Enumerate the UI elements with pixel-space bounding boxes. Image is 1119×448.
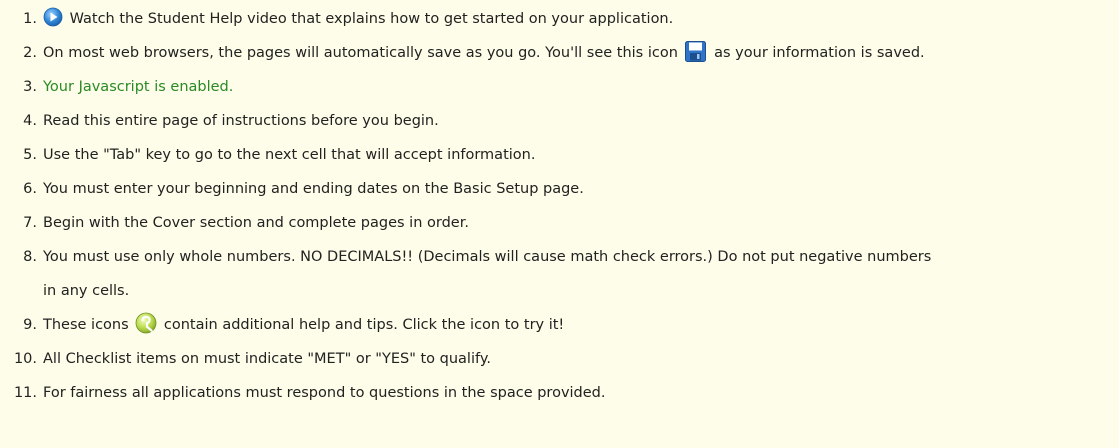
list-item-9: 9. These icons contain additional help a… [0, 308, 1119, 342]
item-number: 5. [23, 147, 37, 163]
item-text-line1: You must use only whole numbers. NO DECI… [43, 249, 932, 265]
list-item-8: 8. You must use only whole numbers. NO D… [0, 240, 1119, 308]
list-item-10: 10. All Checklist items on must indicate… [0, 342, 1119, 376]
item-number: 3. [23, 79, 37, 95]
list-item-1: 1. Watch the Student Help video that exp… [0, 2, 1119, 36]
item-text: Use the "Tab" key to go to the next cell… [43, 147, 536, 163]
item-text: You must enter your beginning and ending… [43, 181, 584, 197]
item-text-before: On most web browsers, the pages will aut… [43, 45, 678, 61]
item-text: All Checklist items on must indicate "ME… [43, 351, 491, 367]
save-disk-icon [684, 40, 706, 62]
item-number: 7. [23, 215, 37, 231]
list-item-6: 6. You must enter your beginning and end… [0, 172, 1119, 206]
item-number: 11. [13, 385, 37, 401]
item-text: Read this entire page of instructions be… [43, 113, 439, 129]
item-number: 1. [23, 11, 37, 27]
item-text-content: Watch the Student Help video that explai… [69, 11, 674, 27]
item-text: Begin with the Cover section and complet… [43, 215, 469, 231]
play-video-icon[interactable] [43, 7, 63, 27]
item-number: 4. [23, 113, 37, 129]
list-item-3: 3. Your Javascript is enabled. [0, 70, 1119, 104]
item-number: 2. [23, 45, 37, 61]
item-text: These icons contain additional help and … [43, 308, 564, 342]
item-text-before: These icons [43, 317, 129, 333]
list-item-4: 4. Read this entire page of instructions… [0, 104, 1119, 138]
list-item-5: 5. Use the "Tab" key to go to the next c… [0, 138, 1119, 172]
item-text: You must use only whole numbers. NO DECI… [43, 240, 931, 308]
item-number: 6. [23, 181, 37, 197]
list-item-11: 11. For fairness all applications must r… [0, 376, 1119, 410]
item-number: 9. [23, 317, 37, 333]
list-item-2: 2. On most web browsers, the pages will … [0, 36, 1119, 70]
item-text-after: contain additional help and tips. Click … [163, 317, 565, 333]
list-item-7: 7. Begin with the Cover section and comp… [0, 206, 1119, 240]
item-text: Watch the Student Help video that explai… [43, 2, 673, 36]
instructions-list: 1. Watch the Student Help video that exp… [0, 0, 1119, 410]
javascript-status-text: Your Javascript is enabled. [43, 79, 234, 95]
item-text-line2: in any cells. [43, 283, 130, 299]
item-number: 8. [23, 249, 37, 265]
item-number: 10. [13, 351, 37, 367]
help-question-icon[interactable] [135, 312, 157, 334]
item-text-after: as your information is saved. [714, 45, 925, 61]
item-text: On most web browsers, the pages will aut… [43, 36, 925, 70]
item-text: For fairness all applications must respo… [43, 385, 606, 401]
